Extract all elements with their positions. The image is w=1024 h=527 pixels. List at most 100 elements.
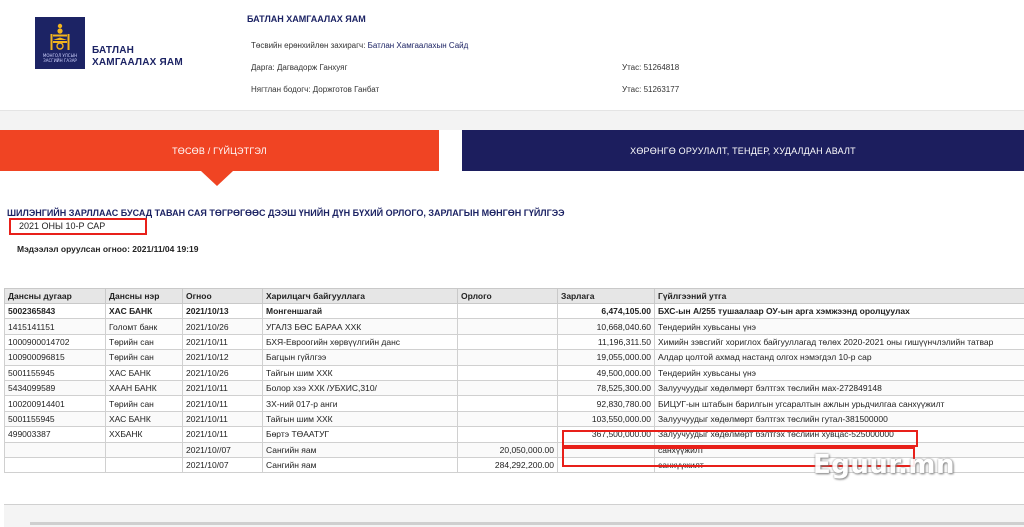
accountant-value: Доржготов Ганбат — [312, 85, 380, 94]
cell-counterparty: Болор хээ ХХК /УБХИС,310/ — [262, 379, 458, 397]
cell-income: 20,050,000.00 — [457, 441, 558, 458]
cell-account-number: 5434099589 — [4, 379, 106, 397]
site-header: МОНГОЛ УЛСЫН ЗАСГИЙН ГАЗАР БАТЛАН ХАМГАА… — [0, 0, 1024, 110]
col-date[interactable]: Огноо — [182, 288, 263, 304]
table-row: 1415141151 Голомт банк 2021/10/26 УГАЛЗ … — [4, 318, 1024, 335]
cell-account-name: Төрийн сан — [105, 333, 183, 351]
cell-date: 2021/10/12 — [182, 349, 263, 366]
table-row: 100900096815 Төрийн сан 2021/10/12 Багцы… — [4, 349, 1024, 366]
cell-account-number: 5001155945 — [4, 364, 106, 381]
cell-account-number: 1415141151 — [4, 318, 106, 335]
highlight-box-boots — [562, 430, 918, 447]
cell-account-name: ХАС БАНК — [105, 410, 183, 428]
cell-account-number: 5001155945 — [4, 410, 106, 428]
table-row: 100200914401 Төрийн сан 2021/10/11 ЗХ-ни… — [4, 395, 1024, 412]
cell-date: 2021/10/11 — [182, 395, 263, 412]
cell-income — [457, 364, 558, 381]
cell-date: 2021/10//07 — [182, 441, 263, 458]
logo-caption: МОНГОЛ УЛСЫН ЗАСГИЙН ГАЗАР — [42, 53, 78, 63]
ministry-title: БАТЛАН ХАМГААЛАХ ЯАМ — [247, 14, 366, 24]
cell-income — [457, 379, 558, 397]
cell-expense: 10,668,040.60 — [557, 318, 655, 335]
cell-expense: 11,196,311.50 — [557, 333, 655, 351]
cell-description: Тендерийн хувьсаны үнэ — [654, 318, 1024, 335]
cell-expense: 78,525,300.00 — [557, 379, 655, 397]
cell-account-name — [105, 456, 183, 474]
cell-counterparty: ЗХ-ний 017-р анги — [262, 395, 458, 412]
cell-description: БИЦУГ-ын штабын барилгын угсаралтын ажлы… — [654, 395, 1024, 412]
tab-budget-performance[interactable]: ТӨСӨВ / ГҮЙЦЭТГЭЛ — [0, 130, 439, 186]
accountant-line: Нягтлан бодогч: Доржготов Ганбат — [251, 85, 380, 94]
cell-date: 2021/10/11 — [182, 426, 263, 443]
cell-counterparty: Багцын гүйлгээ — [262, 349, 458, 366]
cell-expense: 6,474,105.00 — [557, 302, 655, 320]
col-account-number[interactable]: Дансны дугаар — [4, 288, 106, 304]
col-expense[interactable]: Зарлага — [557, 288, 655, 304]
logo-text[interactable]: БАТЛАН ХАМГААЛАХ ЯАМ — [92, 45, 183, 69]
col-account-name[interactable]: Дансны нэр — [105, 288, 183, 304]
cell-date: 2021/10/13 — [182, 302, 263, 320]
soyombo-emblem-icon — [50, 23, 70, 50]
cell-account-name — [105, 441, 183, 458]
cell-counterparty: Монгеншагай — [262, 302, 458, 320]
budget-manager-line: Төсвийн ерөнхийлөн захирагч: Батлан Хамг… — [251, 41, 469, 50]
cell-counterparty: Сангийн яам — [262, 456, 458, 474]
cell-date: 2021/10/26 — [182, 364, 263, 381]
phone-line-1: Утас: 51264818 — [622, 63, 680, 72]
cell-counterparty: Бөртэ ТӨААТУГ — [262, 426, 458, 443]
cell-income — [457, 318, 558, 335]
cell-expense: 49,500,000.00 — [557, 364, 655, 381]
cell-account-number — [4, 456, 106, 474]
cell-counterparty: Тайгын шим ХХК — [262, 410, 458, 428]
cell-date: 2021/10/07 — [182, 456, 263, 474]
cell-description: БХС-ын А/255 тушаалаар ОУ-ын арга хэмжээ… — [654, 302, 1024, 320]
cell-account-number: 1000900014702 — [4, 333, 106, 351]
head-line: Дарга: Дагвадорж Ганхуяг — [251, 63, 348, 72]
header-divider — [0, 110, 1024, 130]
cell-account-name: Төрийн сан — [105, 395, 183, 412]
tab-investment-tender[interactable]: ХӨРӨНГӨ ОРУУЛАЛТ, ТЕНДЕР, ХУДАЛДАН АВАЛТ — [462, 130, 1024, 171]
cell-account-number: 100900096815 — [4, 349, 106, 366]
table-row: 5002365843 ХАС БАНК 2021/10/13 Монгеншаг… — [4, 302, 1024, 320]
col-counterparty[interactable]: Харилцагч байгууллага — [262, 288, 458, 304]
cell-income — [457, 410, 558, 428]
cell-description: Залуучуудыг хөдөлмөрт бэлтгэх төслийн ма… — [654, 379, 1024, 397]
site-watermark: Eguur.mn — [813, 450, 955, 480]
cell-description: Алдар цолтой ахмад настанд олгох нэмэгдэ… — [654, 349, 1024, 366]
cell-description: Химийн зэвсгийг хориглох байгууллагад тө… — [654, 333, 1024, 351]
cell-account-name: ХАС БАНК — [105, 302, 183, 320]
report-period: 2021 ОНЫ 10-Р САР — [9, 218, 147, 235]
cell-counterparty: УГАЛЗ БӨС БАРАА ХХК — [262, 318, 458, 335]
report-title: ШИЛЭНГИЙН ЗАРЛЛААС БУСАД ТАВАН САЯ ТӨГРӨ… — [7, 208, 565, 218]
cell-income — [457, 333, 558, 351]
cell-account-number: 100200914401 — [4, 395, 106, 412]
cell-expense: 19,055,000.00 — [557, 349, 655, 366]
cell-date: 2021/10/11 — [182, 410, 263, 428]
cell-expense: 92,830,780.00 — [557, 395, 655, 412]
report-updated: Мэдээлэл оруулсан огноо: 2021/11/04 19:1… — [17, 244, 199, 254]
table-row: 5434099589 ХААН БАНК 2021/10/11 Болор хэ… — [4, 379, 1024, 397]
table-row: 1000900014702 Төрийн сан 2021/10/11 БХЯ-… — [4, 333, 1024, 351]
table-header-row: Дансны дугаар Дансны нэр Огноо Харилцагч… — [4, 288, 1024, 304]
cell-date: 2021/10/11 — [182, 333, 263, 351]
cell-account-number — [4, 441, 106, 458]
cell-account-name: ХААН БАНК — [105, 379, 183, 397]
cell-account-number: 499003387 — [4, 426, 106, 443]
horizontal-scrollbar[interactable] — [30, 522, 1024, 525]
cell-income: 284,292,200.00 — [457, 456, 558, 474]
cell-account-name: Төрийн сан — [105, 349, 183, 366]
phone-line-2: Утас: 51263177 — [622, 85, 680, 94]
cell-counterparty: Сангийн яам — [262, 441, 458, 458]
cell-description: Залуучуудыг хөдөлмөрт бэлтгэх төслийн гу… — [654, 410, 1024, 428]
cell-account-number: 5002365843 — [4, 302, 106, 320]
cell-account-name: ХХБАНК — [105, 426, 183, 443]
cell-account-name: ХАС БАНК — [105, 364, 183, 381]
table-row: 5001155945 ХАС БАНК 2021/10/26 Тайгын ши… — [4, 364, 1024, 381]
col-income[interactable]: Орлого — [457, 288, 558, 304]
report-updated-value: 2021/11/04 19:19 — [132, 244, 199, 254]
col-description[interactable]: Гүйлгээний утга — [654, 288, 1024, 304]
table-row: 5001155945 ХАС БАНК 2021/10/11 Тайгын ши… — [4, 410, 1024, 428]
cell-date: 2021/10/11 — [182, 379, 263, 397]
head-value: Дагвадорж Ганхуяг — [276, 63, 348, 72]
ministry-logo[interactable]: МОНГОЛ УЛСЫН ЗАСГИЙН ГАЗАР — [35, 17, 85, 69]
